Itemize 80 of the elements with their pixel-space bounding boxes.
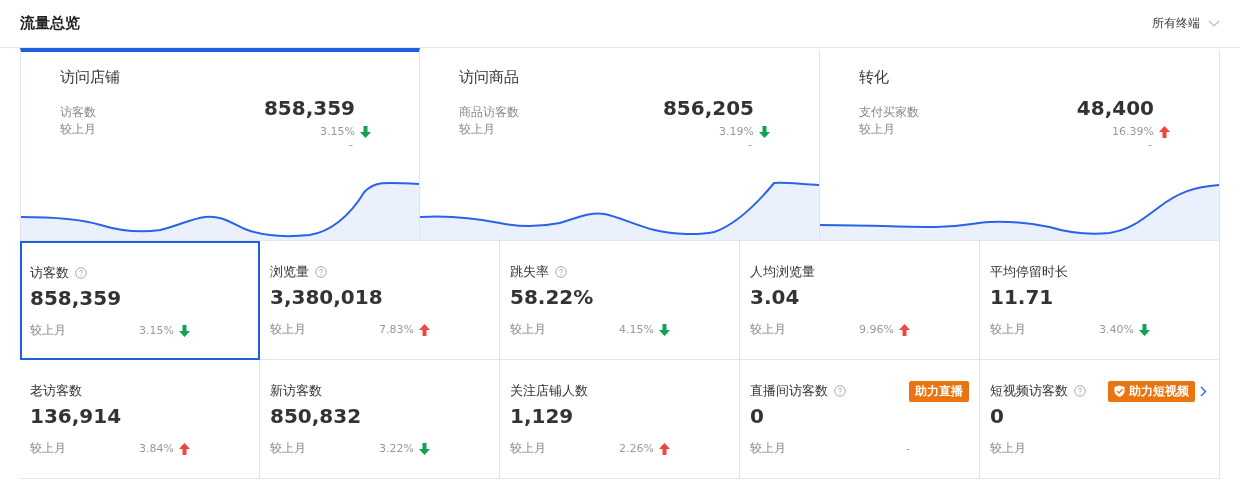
- metric-tile[interactable]: 关注店铺人数 1,129 较上月 2.26%: [500, 360, 740, 479]
- note-text: -: [1147, 138, 1153, 151]
- metric-value: 856,205: [661, 95, 754, 121]
- change-value: 3.84%: [139, 442, 174, 455]
- change-value: 3.22%: [379, 442, 414, 455]
- metric-value: 858,359: [30, 286, 123, 310]
- metric-value: 850,832: [270, 404, 363, 428]
- metric-value: 136,914: [30, 404, 123, 428]
- metric-value: 11.71: [990, 285, 1055, 309]
- compare-label: 较上月: [750, 440, 786, 457]
- metric-label: 支付买家数: [859, 104, 920, 121]
- help-icon[interactable]: [75, 267, 87, 279]
- note-text: -: [747, 138, 753, 151]
- compare-label: 较上月: [30, 322, 66, 339]
- help-icon[interactable]: [555, 266, 567, 278]
- shield-icon: [1114, 385, 1125, 397]
- metric-label: 老访客数: [30, 382, 82, 400]
- metric-label: 访客数: [60, 104, 97, 121]
- change-value: 3.15%: [320, 125, 355, 138]
- overview-card[interactable]: 访问店铺 访客数 858,359 较上月 3.15% -: [20, 48, 420, 240]
- card-title: 转化: [859, 68, 890, 87]
- metric-value: 1,129: [510, 404, 575, 428]
- compare-label: 较上月: [510, 321, 546, 338]
- change-value: -: [906, 442, 910, 455]
- metric-label: 商品访客数: [459, 104, 520, 121]
- metric-label: 短视频访客数: [990, 382, 1068, 400]
- compare-label: 较上月: [60, 121, 97, 138]
- change-value: 7.83%: [379, 323, 414, 336]
- metric-value: 858,359: [262, 95, 355, 121]
- compare-label: 较上月: [990, 321, 1026, 338]
- metric-label: 关注店铺人数: [510, 382, 588, 400]
- compare-label: 较上月: [859, 121, 896, 138]
- help-icon[interactable]: [834, 385, 846, 397]
- metric-value: 3,380,018: [270, 285, 384, 309]
- metric-label: 访客数: [30, 264, 69, 282]
- card-title: 访问店铺: [60, 68, 121, 87]
- metric-tile[interactable]: 人均浏览量 3.04 较上月 9.96%: [740, 241, 980, 360]
- change-value: 16.39%: [1112, 125, 1154, 138]
- metric-tile[interactable]: 短视频访客数 助力短视频 0 较上月: [980, 360, 1220, 479]
- metric-label: 平均停留时长: [990, 263, 1068, 281]
- change-value: 3.19%: [719, 125, 754, 138]
- metric-label: 人均浏览量: [750, 263, 815, 281]
- metric-value: 0: [990, 404, 1005, 428]
- metric-tile[interactable]: 跳失率 58.22% 较上月 4.15%: [500, 241, 740, 360]
- card-title: 访问商品: [459, 68, 520, 87]
- change-value: 3.15%: [139, 324, 174, 337]
- metric-label: 直播间访客数: [750, 382, 828, 400]
- metric-label: 新访客数: [270, 382, 322, 400]
- compare-label: 较上月: [459, 121, 496, 138]
- metric-value: 48,400: [1075, 95, 1154, 121]
- compare-label: 较上月: [270, 440, 306, 457]
- help-icon[interactable]: [1074, 385, 1086, 397]
- chevron-down-icon: [1208, 19, 1220, 28]
- metric-label: 跳失率: [510, 263, 549, 281]
- compare-label: 较上月: [750, 321, 786, 338]
- metric-value: 3.04: [750, 285, 801, 309]
- metric-label: 浏览量: [270, 263, 309, 281]
- metric-tile[interactable]: 新访客数 850,832 较上月 3.22%: [260, 360, 500, 479]
- note-text: -: [348, 138, 354, 151]
- terminal-dropdown[interactable]: 所有终端: [1152, 15, 1220, 32]
- metric-value: 0: [750, 404, 765, 428]
- chevron-right-icon[interactable]: [1200, 386, 1207, 397]
- section-title: 流量总览: [20, 14, 80, 33]
- compare-label: 较上月: [30, 440, 66, 457]
- compare-label: 较上月: [270, 321, 306, 338]
- change-value: 2.26%: [619, 442, 654, 455]
- change-value: 9.96%: [859, 323, 894, 336]
- help-icon[interactable]: [315, 266, 327, 278]
- metric-tile[interactable]: 访客数 858,359 较上月 3.15%: [20, 241, 260, 360]
- metric-tile[interactable]: 平均停留时长 11.71 较上月 3.40%: [980, 241, 1220, 360]
- metric-value: 58.22%: [510, 285, 595, 309]
- compare-label: 较上月: [990, 440, 1026, 457]
- compare-label: 较上月: [510, 440, 546, 457]
- change-value: 3.40%: [1099, 323, 1134, 336]
- metric-tile[interactable]: 直播间访客数 助力直播 0 较上月 -: [740, 360, 980, 479]
- overview-card[interactable]: 访问商品 商品访客数 856,205 较上月 3.19% -: [420, 48, 820, 240]
- metric-tile[interactable]: 老访客数 136,914 较上月 3.84%: [20, 360, 260, 479]
- change-value: 4.15%: [619, 323, 654, 336]
- overview-card[interactable]: 转化 支付买家数 48,400 较上月 16.39% -: [820, 48, 1220, 240]
- metric-tile[interactable]: 浏览量 3,380,018 较上月 7.83%: [260, 241, 500, 360]
